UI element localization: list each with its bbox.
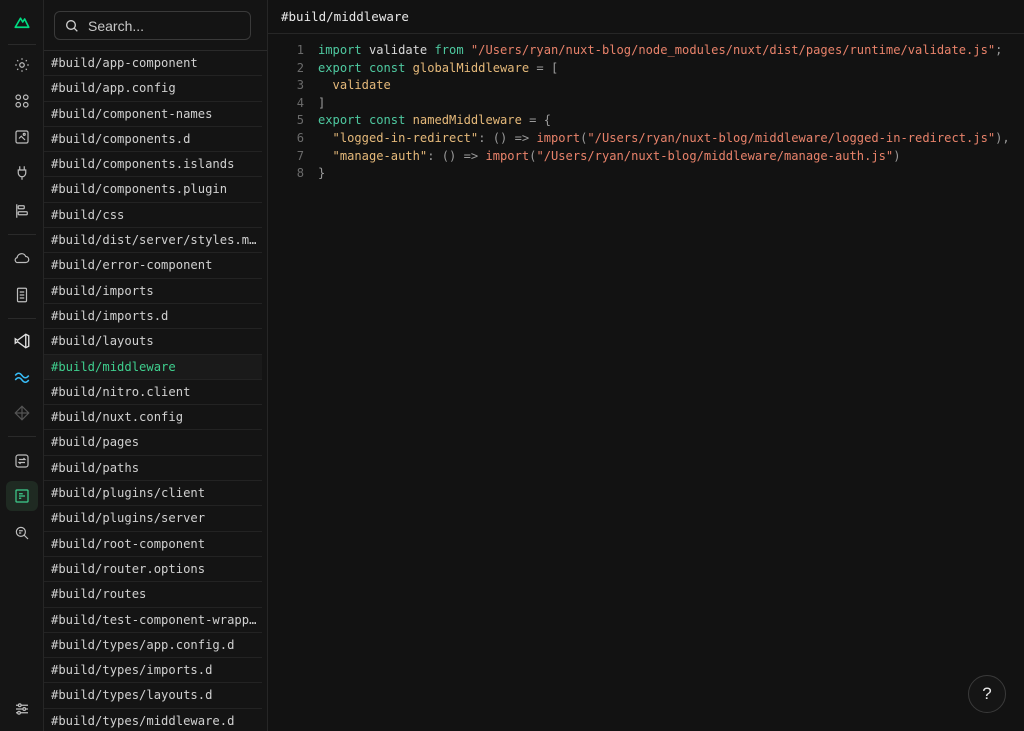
file-list-item[interactable]: #build/types/imports.d: [44, 658, 262, 684]
vscode-icon[interactable]: [6, 326, 38, 356]
file-list-item[interactable]: #build/app-component: [44, 51, 262, 77]
nuxt-logo-icon[interactable]: [6, 7, 38, 37]
search-box[interactable]: [54, 11, 251, 40]
file-list-item[interactable]: #build/types/app.config.d: [44, 633, 262, 659]
file-list-item[interactable]: #build/plugins/client: [44, 481, 262, 507]
code-line: 2 export const globalMiddleware = [: [268, 60, 1024, 78]
file-list-item[interactable]: #build/components.islands: [44, 152, 262, 178]
file-list: #build/app-component #build/app.config #bu…: [44, 51, 267, 731]
components-icon[interactable]: [6, 86, 38, 116]
file-list-item[interactable]: #build/imports: [44, 279, 262, 304]
icon-rail: [0, 0, 44, 731]
file-list-item[interactable]: #build/components.d: [44, 127, 262, 153]
line-number: 6: [296, 130, 304, 145]
file-list-item[interactable]: #build/router.options: [44, 557, 262, 583]
search-icon: [66, 19, 78, 32]
file-list-item[interactable]: #build/test-component-wrapper: [44, 608, 262, 633]
settings-icon[interactable]: [6, 50, 38, 80]
book-icon[interactable]: [6, 280, 38, 310]
timeline-icon[interactable]: [6, 196, 38, 226]
pages-icon[interactable]: [6, 122, 38, 152]
virtual-files-icon[interactable]: [6, 481, 38, 511]
code-line: 4 ]: [268, 95, 1024, 113]
tailwind-icon[interactable]: [6, 362, 38, 392]
file-list-item[interactable]: #build/imports.d: [44, 304, 262, 330]
code-line: 8 }: [268, 165, 1024, 183]
sliders-icon[interactable]: [6, 694, 38, 724]
cloud-icon[interactable]: [6, 243, 38, 273]
line-number: 3: [296, 78, 304, 93]
file-list-item[interactable]: #build/routes: [44, 582, 262, 608]
file-sidebar: #build/app-component#build/app.config#bu…: [44, 0, 268, 731]
file-list-item[interactable]: #build/css: [44, 203, 262, 229]
transfer-icon[interactable]: [6, 446, 38, 476]
file-list-item[interactable]: #build/types/middleware.d: [44, 709, 262, 731]
file-list-item[interactable]: #build/dist/server/styles.mjs: [44, 228, 262, 254]
line-number: 8: [296, 166, 304, 181]
file-list-item[interactable]: #build/plugins/server: [44, 506, 262, 532]
file-list-item[interactable]: #build/pages: [44, 430, 262, 456]
code-line: 1 import validate from "/Users/ryan/nuxt…: [268, 42, 1024, 60]
file-list-item[interactable]: #build/component-names: [44, 102, 262, 127]
line-number: 2: [296, 60, 304, 75]
file-list-item[interactable]: #build/types/layouts.d: [44, 683, 262, 709]
code-view: 1 import validate from "/Users/ryan/nuxt…: [268, 42, 1024, 183]
file-list-item[interactable]: #build/root-component: [44, 532, 262, 557]
line-number: 4: [296, 95, 304, 110]
file-list-item[interactable]: #build/error-component: [44, 253, 262, 279]
code-line: 7 "manage-auth": () => import("/Users/ry…: [268, 148, 1024, 166]
file-list-item[interactable]: #build/middleware: [44, 354, 262, 380]
file-list-item[interactable]: #build/nitro.client: [44, 380, 262, 406]
file-list-item[interactable]: #build/app.config: [44, 76, 262, 102]
file-list-item[interactable]: #build/components.plugin: [44, 177, 262, 203]
help-button[interactable]: ?: [968, 675, 1006, 713]
code-line: 5 export const namedMiddleware = {: [268, 112, 1024, 130]
plugins-icon[interactable]: [6, 158, 38, 188]
line-number: 1: [296, 43, 304, 57]
file-list-item[interactable]: #build/nuxt.config: [44, 405, 262, 431]
search-input[interactable]: [88, 17, 238, 34]
diamond-icon[interactable]: [6, 398, 38, 428]
editor-title: #build/middleware: [268, 0, 1024, 34]
line-number: 5: [296, 113, 304, 128]
editor-panel: #build/middleware 1 import validate from…: [268, 0, 1024, 731]
code-line: 3 validate: [268, 77, 1024, 95]
inspect-icon[interactable]: [6, 518, 38, 548]
file-list-item[interactable]: #build/layouts: [44, 329, 262, 355]
file-list-item[interactable]: #build/paths: [44, 456, 262, 482]
code-line: 6 "logged-in-redirect": () => import("/U…: [268, 130, 1024, 148]
line-number: 7: [296, 148, 304, 163]
